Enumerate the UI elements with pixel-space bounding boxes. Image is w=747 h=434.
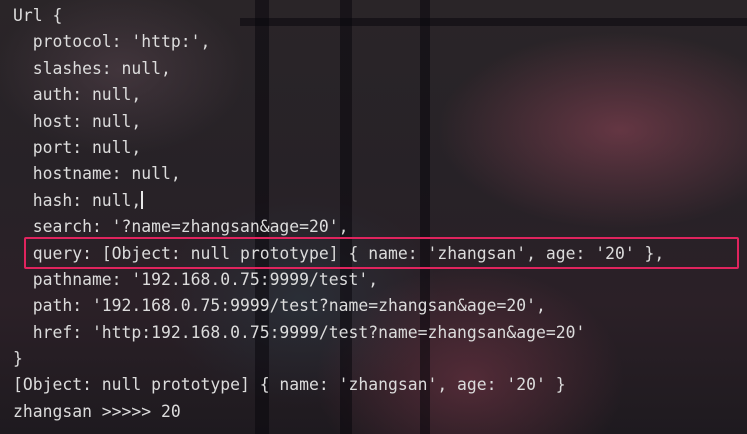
terminal-line-1: Url { (13, 6, 63, 25)
terminal-line-15: [Object: null prototype] { name: 'zhangs… (13, 375, 566, 395)
terminal-line-13: href: 'http:192.168.0.75:9999/test?name=… (13, 322, 586, 342)
terminal-line-8: hash: null, (13, 188, 664, 214)
terminal-line-4: auth: null, (13, 85, 142, 105)
terminal-line-6: port: null, (13, 137, 142, 157)
terminal-line-12: path: '192.168.0.75:9999/test?name=zhang… (13, 296, 546, 316)
text-cursor (141, 190, 144, 209)
terminal-line-16: zhangsan >>>>> 20 (13, 401, 181, 421)
terminal-line-14: } (13, 349, 23, 369)
terminal-line-3: slashes: null, (13, 58, 171, 78)
terminal-line-8-text: hash: null, (13, 190, 142, 210)
terminal-line-7: hostname: null, (13, 164, 181, 184)
terminal-output[interactable]: Url { protocol: 'http:', slashes: null, … (13, 3, 664, 425)
query-highlight-box (24, 237, 739, 269)
terminal-line-5: host: null, (13, 111, 142, 131)
terminal-line-11: pathname: '192.168.0.75:9999/test', (13, 269, 379, 289)
terminal-line-2: protocol: 'http:', (13, 32, 211, 52)
